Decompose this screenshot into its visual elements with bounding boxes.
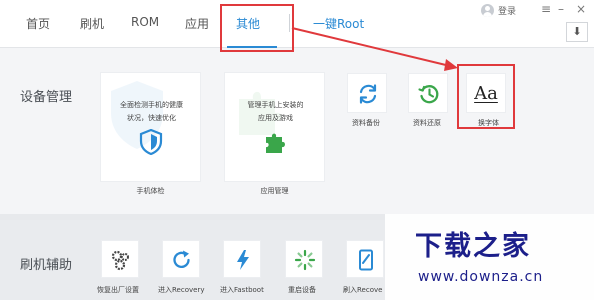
data-backup-button[interactable]	[347, 73, 387, 113]
app-management-desc-line1: 管理手机上安装的	[247, 101, 304, 109]
tab-flash[interactable]: 刷机	[80, 15, 104, 32]
download-arrow-icon: ⬇	[572, 25, 582, 38]
phone-checkup-label: 手机体检	[136, 187, 165, 195]
shield-icon	[139, 129, 163, 155]
download-button[interactable]: ⬇	[566, 22, 588, 42]
top-navigation-bar: 首页 刷机 ROM 应用 其他 一键Root 登录 ≡ – ×	[0, 0, 594, 48]
watermark-url: www.downza.cn	[418, 269, 544, 285]
login-label: 登录	[498, 7, 517, 17]
data-restore-label: 资料还原	[413, 119, 441, 127]
highlight-box-other-tab	[220, 4, 294, 52]
puzzle-icon	[266, 133, 285, 153]
reboot-device-button[interactable]	[285, 240, 323, 278]
highlight-box-font	[457, 64, 515, 129]
tab-home[interactable]: 首页	[26, 15, 50, 32]
phone-checkup-desc-line1: 全面检测手机的健康	[120, 101, 183, 109]
site-watermark: 下载之家 www.downza.cn	[385, 214, 594, 300]
avatar-icon	[481, 4, 494, 17]
lightning-icon	[237, 250, 249, 270]
factory-reset-label: 恢复出厂设置	[97, 286, 139, 294]
restore-clock-icon	[418, 85, 439, 104]
phone-checkup-card[interactable]: 全面检测手机的健康 状况，快速优化	[100, 72, 201, 182]
phone-checkup-desc-line2: 状况，快速优化	[127, 114, 176, 122]
refresh-icon	[173, 250, 190, 269]
app-management-card[interactable]: 管理手机上安装的 应用及游戏	[224, 72, 325, 182]
section-title-flash-assist: 刷机辅助	[20, 258, 73, 273]
tab-rom[interactable]: ROM	[131, 15, 159, 29]
app-management-desc-line2: 应用及游戏	[258, 114, 293, 122]
enter-recovery-label: 进入Recovery	[158, 286, 205, 294]
minimize-icon[interactable]: –	[558, 2, 564, 16]
factory-reset-button[interactable]	[101, 240, 139, 278]
enter-fastboot-label: 进入Fastboot	[220, 286, 264, 294]
data-restore-button[interactable]	[408, 73, 448, 113]
tab-one-click-root[interactable]: 一键Root	[313, 15, 364, 32]
enter-fastboot-button[interactable]	[223, 240, 261, 278]
hamburger-icon[interactable]: ≡	[541, 2, 551, 16]
login-button[interactable]: 登录	[481, 4, 516, 17]
gears-icon	[111, 250, 129, 271]
section-title-device-management: 设备管理	[20, 90, 73, 105]
phone-edit-icon	[359, 249, 373, 271]
data-backup-label: 资料备份	[352, 119, 380, 127]
enter-recovery-button[interactable]	[162, 240, 200, 278]
app-management-label: 应用管理	[260, 187, 289, 195]
close-icon[interactable]: ×	[576, 2, 586, 16]
tab-apps[interactable]: 应用	[185, 15, 209, 32]
watermark-title: 下载之家	[415, 231, 531, 262]
sync-icon	[359, 84, 377, 104]
flash-recovery-label: 刷入Recove	[343, 286, 383, 294]
reboot-device-label: 重启设备	[288, 286, 316, 294]
loading-spinner-icon	[294, 249, 316, 271]
flash-recovery-button[interactable]	[346, 240, 384, 278]
